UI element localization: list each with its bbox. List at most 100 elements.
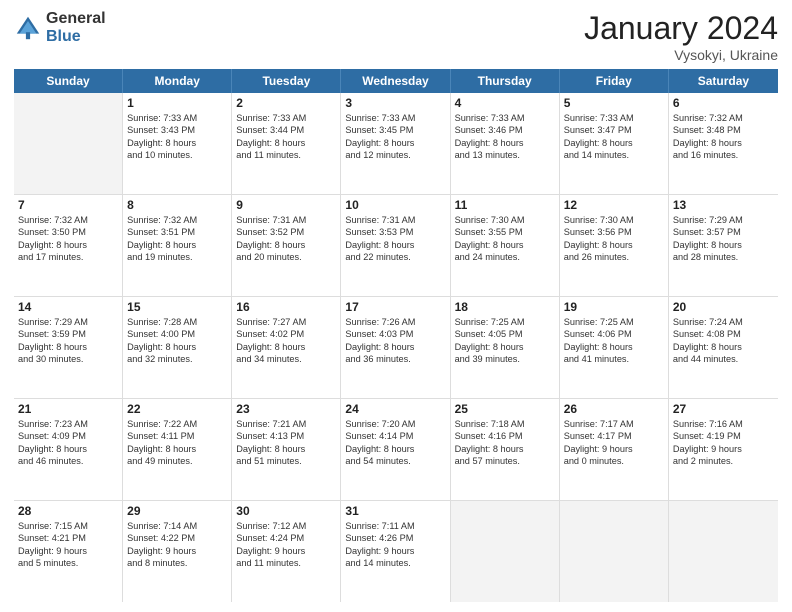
cell-line-2: Daylight: 8 hours xyxy=(455,443,555,455)
title-block: January 2024 Vysokyi, Ukraine xyxy=(584,10,778,63)
cell-line-3: and 12 minutes. xyxy=(345,149,445,161)
cell-line-0: Sunrise: 7:11 AM xyxy=(345,520,445,532)
cell-line-3: and 28 minutes. xyxy=(673,251,774,263)
calendar-cell-empty xyxy=(451,501,560,602)
cell-line-2: Daylight: 9 hours xyxy=(673,443,774,455)
cell-line-1: Sunset: 3:50 PM xyxy=(18,226,118,238)
cell-line-0: Sunrise: 7:33 AM xyxy=(345,112,445,124)
weekday-header-tuesday: Tuesday xyxy=(232,69,341,93)
calendar-row-3: 21Sunrise: 7:23 AMSunset: 4:09 PMDayligh… xyxy=(14,399,778,501)
cell-line-0: Sunrise: 7:29 AM xyxy=(18,316,118,328)
cell-line-2: Daylight: 8 hours xyxy=(127,239,227,251)
cell-line-2: Daylight: 9 hours xyxy=(18,545,118,557)
cell-line-1: Sunset: 4:14 PM xyxy=(345,430,445,442)
day-number: 16 xyxy=(236,300,336,314)
cell-line-3: and 22 minutes. xyxy=(345,251,445,263)
cell-line-1: Sunset: 3:44 PM xyxy=(236,124,336,136)
day-number: 20 xyxy=(673,300,774,314)
calendar-header: SundayMondayTuesdayWednesdayThursdayFrid… xyxy=(14,69,778,93)
cell-line-2: Daylight: 9 hours xyxy=(127,545,227,557)
cell-line-3: and 30 minutes. xyxy=(18,353,118,365)
cell-line-2: Daylight: 8 hours xyxy=(127,137,227,149)
cell-line-2: Daylight: 8 hours xyxy=(18,239,118,251)
cell-line-2: Daylight: 8 hours xyxy=(345,239,445,251)
day-number: 15 xyxy=(127,300,227,314)
cell-line-3: and 11 minutes. xyxy=(236,557,336,569)
cell-line-2: Daylight: 8 hours xyxy=(236,443,336,455)
cell-line-3: and 54 minutes. xyxy=(345,455,445,467)
day-number: 13 xyxy=(673,198,774,212)
calendar-cell-day-24: 24Sunrise: 7:20 AMSunset: 4:14 PMDayligh… xyxy=(341,399,450,500)
day-number: 27 xyxy=(673,402,774,416)
calendar-row-0: 1Sunrise: 7:33 AMSunset: 3:43 PMDaylight… xyxy=(14,93,778,195)
cell-line-3: and 26 minutes. xyxy=(564,251,664,263)
logo: General Blue xyxy=(14,10,106,45)
day-number: 7 xyxy=(18,198,118,212)
calendar-cell-empty xyxy=(560,501,669,602)
calendar-cell-day-29: 29Sunrise: 7:14 AMSunset: 4:22 PMDayligh… xyxy=(123,501,232,602)
weekday-header-friday: Friday xyxy=(560,69,669,93)
day-number: 3 xyxy=(345,96,445,110)
cell-line-1: Sunset: 4:22 PM xyxy=(127,532,227,544)
cell-line-2: Daylight: 8 hours xyxy=(455,341,555,353)
calendar-cell-empty xyxy=(669,501,778,602)
day-number: 12 xyxy=(564,198,664,212)
cell-line-0: Sunrise: 7:25 AM xyxy=(455,316,555,328)
cell-line-0: Sunrise: 7:33 AM xyxy=(455,112,555,124)
cell-line-3: and 2 minutes. xyxy=(673,455,774,467)
cell-line-2: Daylight: 9 hours xyxy=(236,545,336,557)
cell-line-3: and 19 minutes. xyxy=(127,251,227,263)
day-number: 14 xyxy=(18,300,118,314)
cell-line-3: and 39 minutes. xyxy=(455,353,555,365)
cell-line-0: Sunrise: 7:28 AM xyxy=(127,316,227,328)
cell-line-1: Sunset: 4:09 PM xyxy=(18,430,118,442)
weekday-header-monday: Monday xyxy=(123,69,232,93)
day-number: 5 xyxy=(564,96,664,110)
cell-line-3: and 14 minutes. xyxy=(345,557,445,569)
month-title: January 2024 xyxy=(584,10,778,47)
cell-line-0: Sunrise: 7:12 AM xyxy=(236,520,336,532)
cell-line-1: Sunset: 3:48 PM xyxy=(673,124,774,136)
cell-line-1: Sunset: 3:56 PM xyxy=(564,226,664,238)
cell-line-3: and 24 minutes. xyxy=(455,251,555,263)
cell-line-1: Sunset: 3:43 PM xyxy=(127,124,227,136)
cell-line-2: Daylight: 8 hours xyxy=(673,239,774,251)
cell-line-2: Daylight: 8 hours xyxy=(236,239,336,251)
day-number: 22 xyxy=(127,402,227,416)
cell-line-2: Daylight: 8 hours xyxy=(455,239,555,251)
cell-line-0: Sunrise: 7:14 AM xyxy=(127,520,227,532)
cell-line-0: Sunrise: 7:15 AM xyxy=(18,520,118,532)
calendar-cell-day-9: 9Sunrise: 7:31 AMSunset: 3:52 PMDaylight… xyxy=(232,195,341,296)
calendar-cell-day-19: 19Sunrise: 7:25 AMSunset: 4:06 PMDayligh… xyxy=(560,297,669,398)
cell-line-0: Sunrise: 7:33 AM xyxy=(127,112,227,124)
cell-line-0: Sunrise: 7:23 AM xyxy=(18,418,118,430)
cell-line-2: Daylight: 9 hours xyxy=(564,443,664,455)
calendar-cell-day-2: 2Sunrise: 7:33 AMSunset: 3:44 PMDaylight… xyxy=(232,93,341,194)
day-number: 26 xyxy=(564,402,664,416)
cell-line-2: Daylight: 8 hours xyxy=(564,239,664,251)
cell-line-2: Daylight: 8 hours xyxy=(18,341,118,353)
cell-line-1: Sunset: 4:08 PM xyxy=(673,328,774,340)
cell-line-2: Daylight: 8 hours xyxy=(345,137,445,149)
day-number: 31 xyxy=(345,504,445,518)
calendar-cell-day-21: 21Sunrise: 7:23 AMSunset: 4:09 PMDayligh… xyxy=(14,399,123,500)
day-number: 8 xyxy=(127,198,227,212)
cell-line-3: and 36 minutes. xyxy=(345,353,445,365)
calendar-cell-day-20: 20Sunrise: 7:24 AMSunset: 4:08 PMDayligh… xyxy=(669,297,778,398)
cell-line-3: and 13 minutes. xyxy=(455,149,555,161)
cell-line-2: Daylight: 8 hours xyxy=(18,443,118,455)
calendar-body: 1Sunrise: 7:33 AMSunset: 3:43 PMDaylight… xyxy=(14,93,778,602)
cell-line-2: Daylight: 8 hours xyxy=(127,341,227,353)
day-number: 2 xyxy=(236,96,336,110)
calendar-cell-day-28: 28Sunrise: 7:15 AMSunset: 4:21 PMDayligh… xyxy=(14,501,123,602)
cell-line-0: Sunrise: 7:32 AM xyxy=(673,112,774,124)
day-number: 28 xyxy=(18,504,118,518)
calendar-cell-day-16: 16Sunrise: 7:27 AMSunset: 4:02 PMDayligh… xyxy=(232,297,341,398)
cell-line-0: Sunrise: 7:26 AM xyxy=(345,316,445,328)
cell-line-3: and 0 minutes. xyxy=(564,455,664,467)
cell-line-1: Sunset: 3:59 PM xyxy=(18,328,118,340)
cell-line-2: Daylight: 8 hours xyxy=(564,341,664,353)
calendar-cell-day-10: 10Sunrise: 7:31 AMSunset: 3:53 PMDayligh… xyxy=(341,195,450,296)
calendar-row-1: 7Sunrise: 7:32 AMSunset: 3:50 PMDaylight… xyxy=(14,195,778,297)
cell-line-3: and 41 minutes. xyxy=(564,353,664,365)
